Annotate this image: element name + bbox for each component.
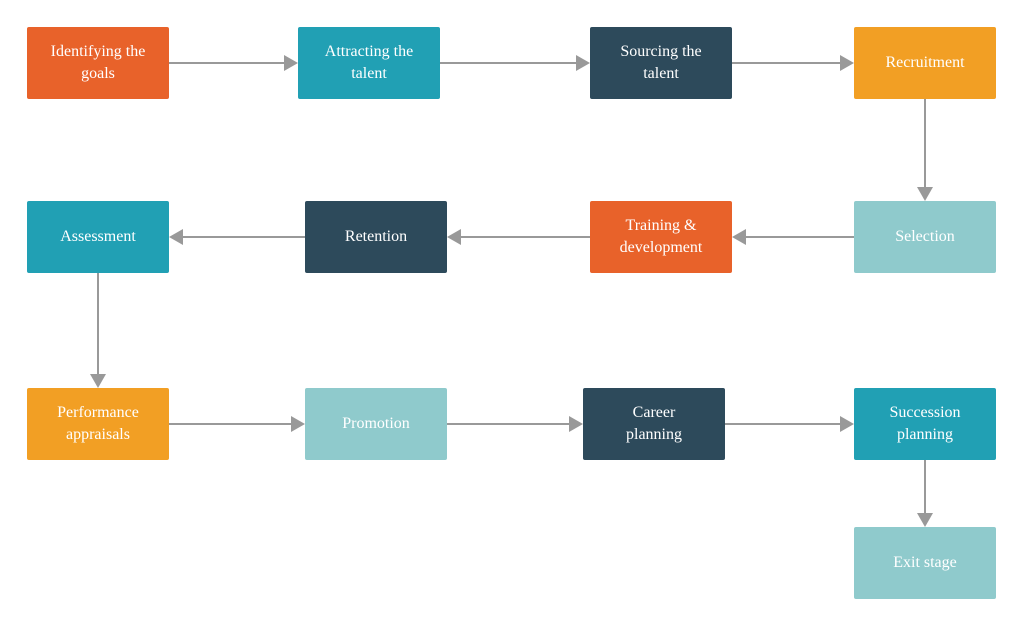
node-identifying-goals[interactable]: Identifying the goals bbox=[27, 27, 169, 99]
node-label: Training & development bbox=[619, 217, 703, 256]
arrowhead-icon bbox=[840, 416, 854, 432]
arrow-promotion-to-career-planning bbox=[447, 416, 583, 432]
node-succession-planning[interactable]: Succession planning bbox=[854, 388, 996, 460]
node-promotion[interactable]: Promotion bbox=[305, 388, 447, 460]
arrowhead-icon bbox=[732, 229, 746, 245]
arrowhead-icon bbox=[284, 55, 298, 71]
node-label: Recruitment bbox=[885, 54, 965, 71]
arrowhead-icon bbox=[840, 55, 854, 71]
arrow-assessment-to-performance-appraisals bbox=[90, 273, 106, 388]
arrowhead-icon bbox=[569, 416, 583, 432]
arrowhead-icon bbox=[576, 55, 590, 71]
node-performance-appraisals[interactable]: Performance appraisals bbox=[27, 388, 169, 460]
node-label: Career planning bbox=[626, 404, 682, 443]
node-label: Performance appraisals bbox=[57, 404, 139, 443]
node-label: Succession planning bbox=[889, 404, 961, 443]
node-label: Retention bbox=[344, 228, 408, 245]
node-selection[interactable]: Selection bbox=[854, 201, 996, 273]
node-label: Exit stage bbox=[893, 554, 957, 571]
arrowhead-icon bbox=[917, 187, 933, 201]
node-label: Promotion bbox=[342, 415, 410, 432]
node-retention[interactable]: Retention bbox=[305, 201, 447, 273]
arrowhead-icon bbox=[291, 416, 305, 432]
arrow-career-planning-to-succession-planning bbox=[725, 416, 854, 432]
node-training-development[interactable]: Training & development bbox=[590, 201, 732, 273]
node-label: Sourcing the talent bbox=[620, 43, 702, 82]
node-assessment[interactable]: Assessment bbox=[27, 201, 169, 273]
node-recruitment[interactable]: Recruitment bbox=[854, 27, 996, 99]
arrow-recruitment-to-selection bbox=[917, 99, 933, 201]
arrowhead-icon bbox=[90, 374, 106, 388]
arrowhead-icon bbox=[447, 229, 461, 245]
arrow-retention-to-assessment bbox=[169, 229, 305, 245]
arrowhead-icon bbox=[917, 513, 933, 527]
arrow-selection-to-training-development bbox=[732, 229, 854, 245]
node-label: Selection bbox=[895, 228, 955, 245]
arrow-succession-planning-to-exit-stage bbox=[917, 460, 933, 527]
node-label: Assessment bbox=[60, 228, 136, 245]
arrowhead-icon bbox=[169, 229, 183, 245]
node-label: Attracting the talent bbox=[324, 43, 414, 82]
node-career-planning[interactable]: Career planning bbox=[583, 388, 725, 460]
arrow-attracting-talent-to-sourcing-talent bbox=[440, 55, 590, 71]
arrow-performance-appraisals-to-promotion bbox=[169, 416, 305, 432]
arrow-identifying-goals-to-attracting-talent bbox=[169, 55, 298, 71]
node-exit-stage[interactable]: Exit stage bbox=[854, 527, 996, 599]
node-sourcing-talent[interactable]: Sourcing the talent bbox=[590, 27, 732, 99]
arrow-sourcing-talent-to-recruitment bbox=[732, 55, 854, 71]
node-label: Identifying the goals bbox=[50, 43, 146, 82]
arrow-training-development-to-retention bbox=[447, 229, 590, 245]
node-attracting-talent[interactable]: Attracting the talent bbox=[298, 27, 440, 99]
